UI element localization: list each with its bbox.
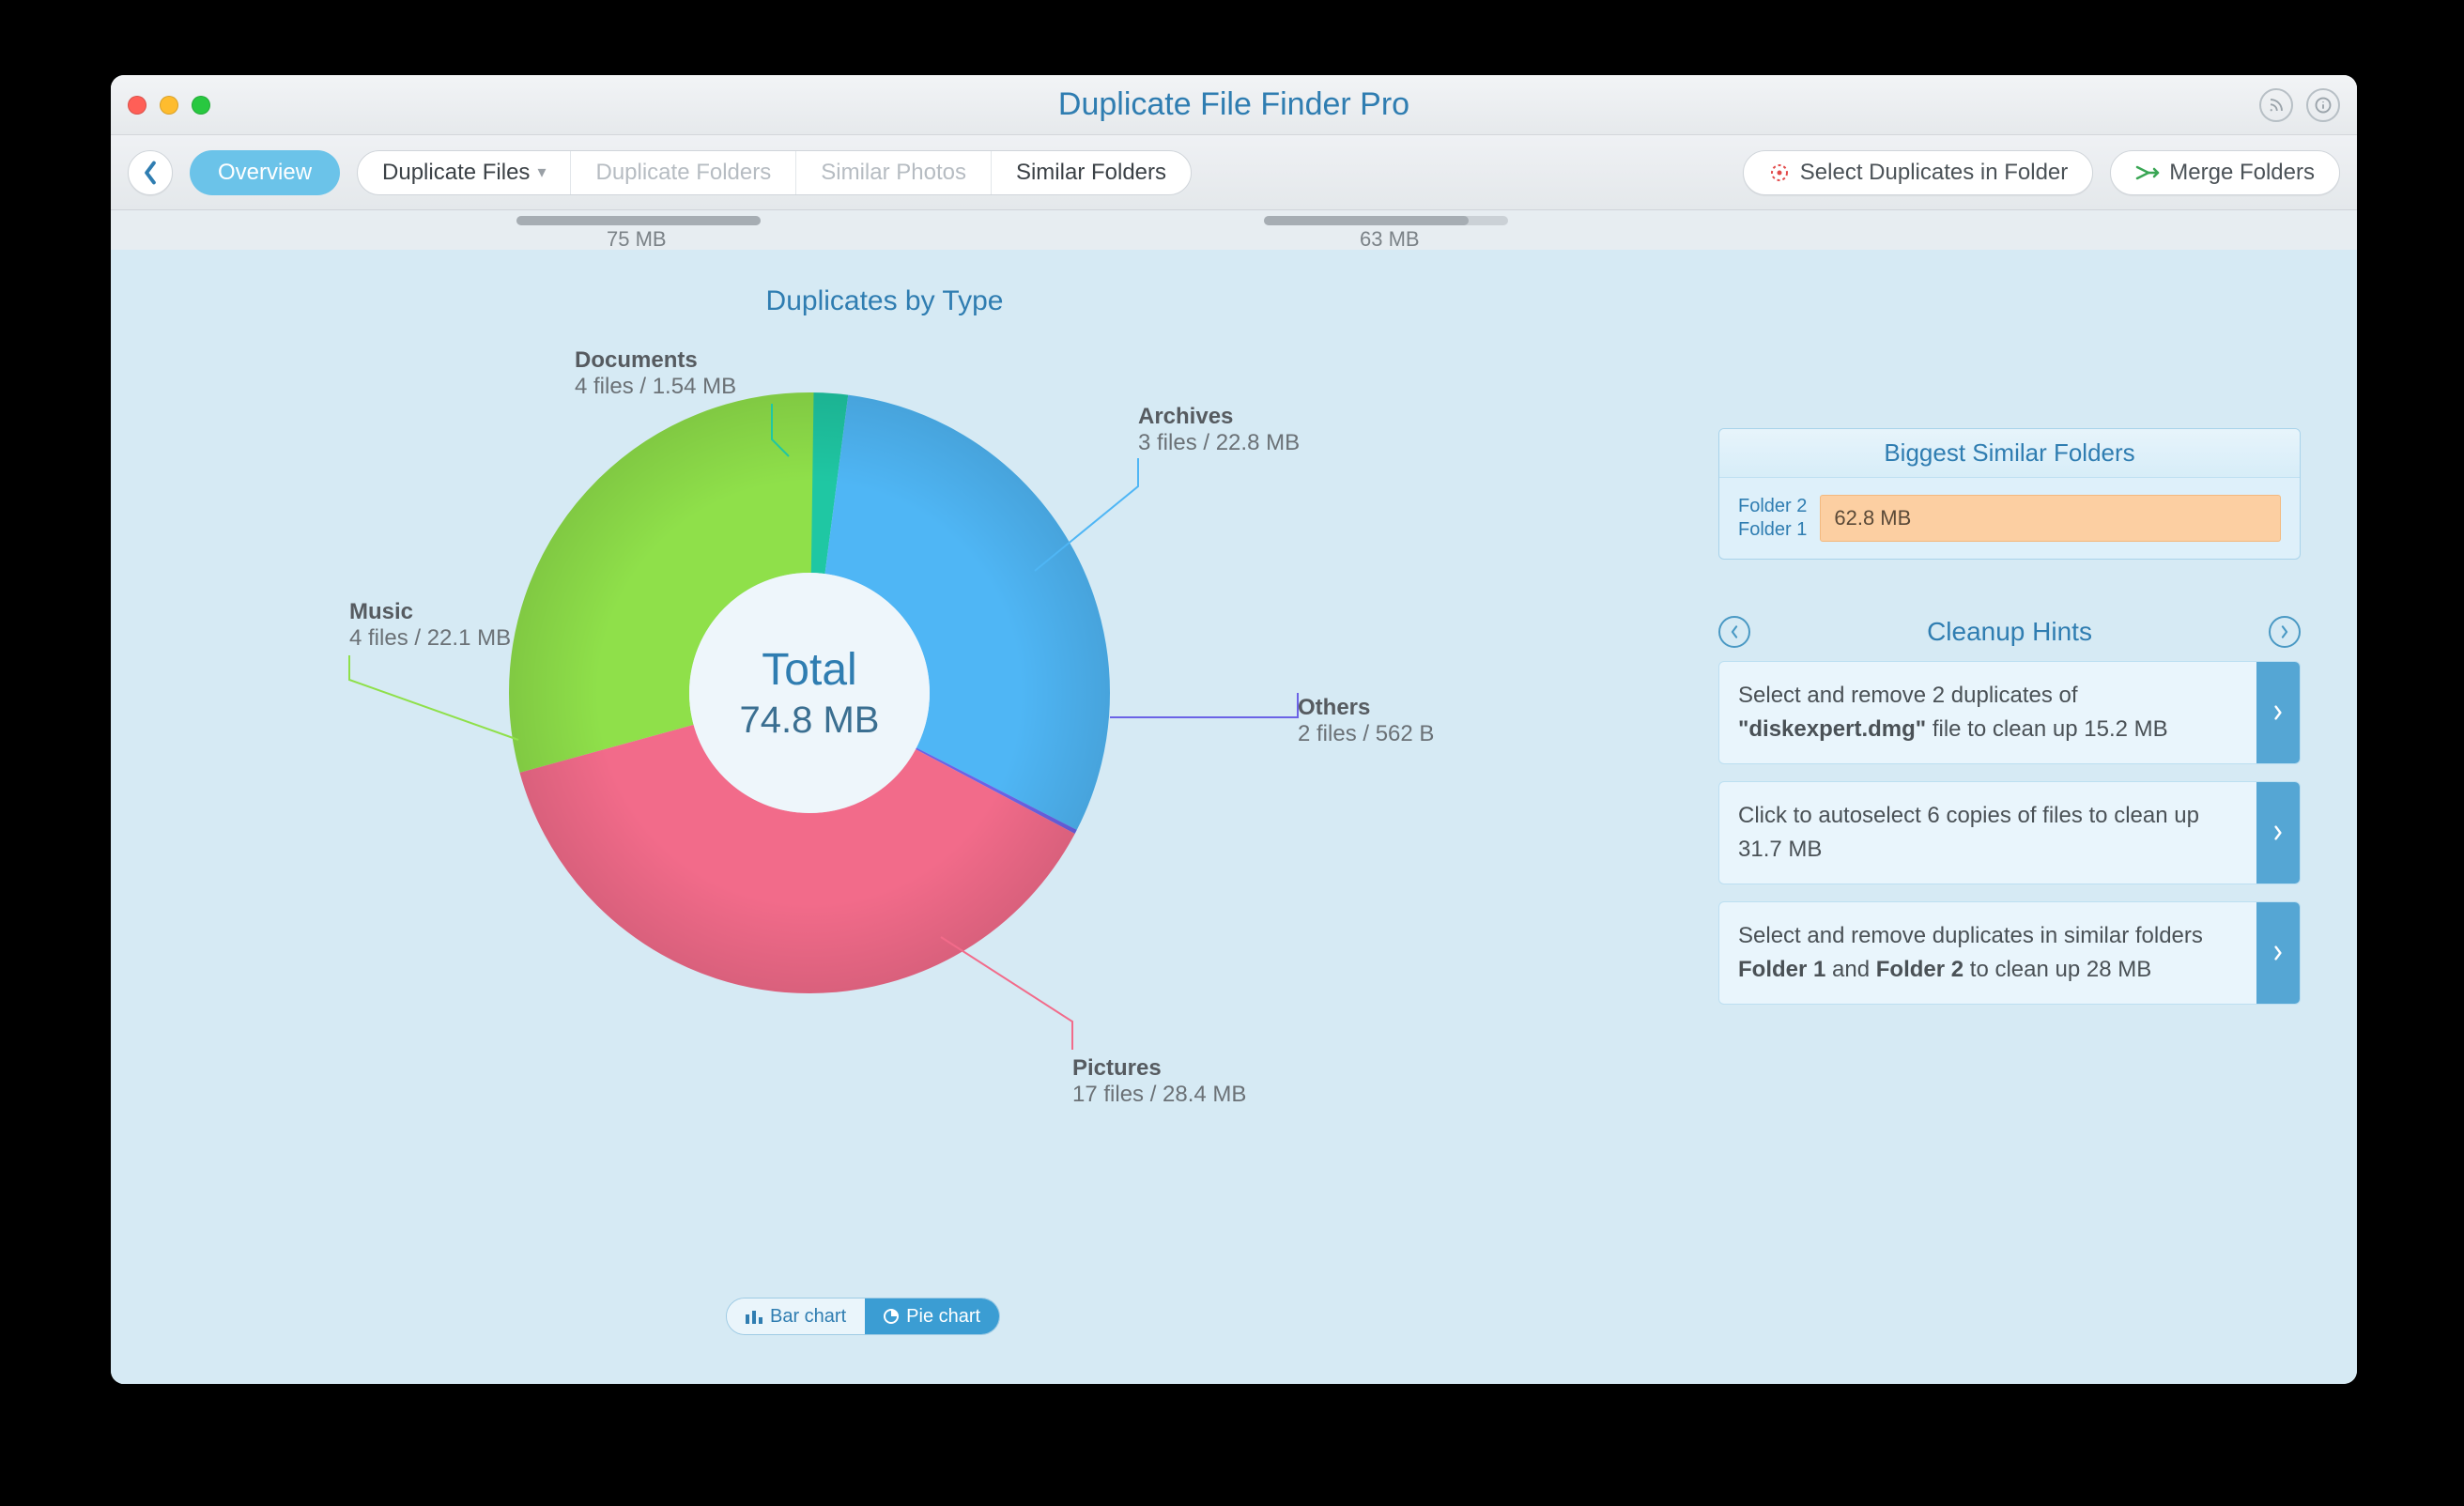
hint-go-button[interactable] [2256, 902, 2300, 1004]
merge-folders-button[interactable]: Merge Folders [2110, 150, 2340, 195]
back-button[interactable] [128, 150, 173, 195]
segment-similar-photos[interactable]: Similar Photos [795, 151, 991, 194]
hints-title: Cleanup Hints [1750, 617, 2269, 647]
play-icon [2272, 945, 2284, 960]
chart-area: Duplicates by Type [171, 278, 1598, 1329]
chevron-right-icon [2279, 625, 2290, 638]
dup-files-size: 75 MB [607, 227, 667, 252]
label-documents: Documents 4 files / 1.54 MB [575, 347, 736, 400]
play-icon [2272, 705, 2284, 720]
hint-item[interactable]: Click to autoselect 6 copies of files to… [1718, 781, 2301, 884]
hint-text: Select and remove duplicates in similar … [1719, 902, 2256, 1004]
cleanup-hints: Cleanup Hints Select and remove 2 duplic… [1718, 616, 2301, 1005]
right-column: Biggest Similar Folders Folder 2 Folder … [1718, 428, 2301, 1022]
total-label: Total [762, 644, 856, 696]
dup-files-track [516, 216, 761, 225]
segment-duplicate-files[interactable]: Duplicate Files ▾ [358, 151, 570, 194]
total-value: 74.8 MB [740, 699, 880, 742]
label-music: Music 4 files / 22.1 MB [349, 599, 511, 652]
merge-icon [2135, 163, 2160, 182]
toggle-bar-chart[interactable]: Bar chart [727, 1299, 865, 1334]
donut-center: Total 74.8 MB [509, 392, 1110, 993]
similar-folders-size: 63 MB [1360, 227, 1420, 252]
info-icon[interactable] [2306, 88, 2340, 122]
hints-prev-button[interactable] [1718, 616, 1750, 648]
hint-item[interactable]: Select and remove 2 duplicates of "diske… [1718, 661, 2301, 764]
pie-chart-icon [884, 1309, 899, 1324]
hint-text: Click to autoselect 6 copies of files to… [1719, 782, 2256, 884]
hints-next-button[interactable] [2269, 616, 2301, 648]
target-icon [1768, 161, 1791, 184]
folder-size-bar[interactable]: 62.8 MB [1820, 495, 2281, 542]
label-others: Others 2 files / 562 B [1298, 695, 1434, 747]
chevron-left-icon [142, 161, 159, 185]
similar-folders-track [1264, 216, 1508, 225]
donut-chart: Total 74.8 MB Documents 4 files [171, 336, 1598, 1200]
dropdown-caret-icon: ▾ [537, 162, 546, 182]
minimize-window-button[interactable] [160, 96, 178, 115]
rss-icon[interactable] [2259, 88, 2293, 122]
hint-go-button[interactable] [2256, 782, 2300, 884]
panel-title: Biggest Similar Folders [1719, 429, 2300, 478]
overview-pill[interactable]: Overview [190, 150, 340, 195]
hint-go-button[interactable] [2256, 662, 2300, 763]
chart-type-toggle: Bar chart Pie chart [726, 1298, 1000, 1335]
label-pictures: Pictures 17 files / 28.4 MB [1072, 1055, 1246, 1108]
select-duplicates-button[interactable]: Select Duplicates in Folder [1743, 150, 2093, 195]
segment-similar-folders[interactable]: Similar Folders [991, 151, 1191, 194]
app-window: Duplicate File Finder Pro Overview Dupli [111, 75, 2357, 1384]
chevron-left-icon [1729, 625, 1740, 638]
window-controls [128, 96, 210, 115]
bar-chart-icon [746, 1309, 762, 1324]
play-icon [2272, 825, 2284, 840]
folder-pair-names: Folder 2 Folder 1 [1738, 495, 1807, 542]
segment-duplicate-folders[interactable]: Duplicate Folders [570, 151, 795, 194]
label-archives: Archives 3 files / 22.8 MB [1138, 404, 1300, 456]
toggle-pie-chart[interactable]: Pie chart [865, 1299, 999, 1334]
titlebar: Duplicate File Finder Pro [111, 75, 2357, 135]
content-area: Duplicates by Type [111, 250, 2357, 1384]
hint-item[interactable]: Select and remove duplicates in similar … [1718, 901, 2301, 1005]
close-window-button[interactable] [128, 96, 146, 115]
app-title: Duplicate File Finder Pro [1058, 86, 1409, 123]
overview-label: Overview [218, 160, 312, 186]
biggest-similar-folders-panel: Biggest Similar Folders Folder 2 Folder … [1718, 428, 2301, 560]
zoom-window-button[interactable] [192, 96, 210, 115]
view-segments: Duplicate Files ▾ Duplicate Folders Simi… [357, 150, 1192, 195]
segment-size-bar: 75 MB 63 MB [111, 210, 2357, 250]
toolbar: Overview Duplicate Files ▾ Duplicate Fol… [111, 135, 2357, 210]
hint-text: Select and remove 2 duplicates of "diske… [1719, 662, 2256, 763]
chart-title: Duplicates by Type [171, 285, 1598, 317]
